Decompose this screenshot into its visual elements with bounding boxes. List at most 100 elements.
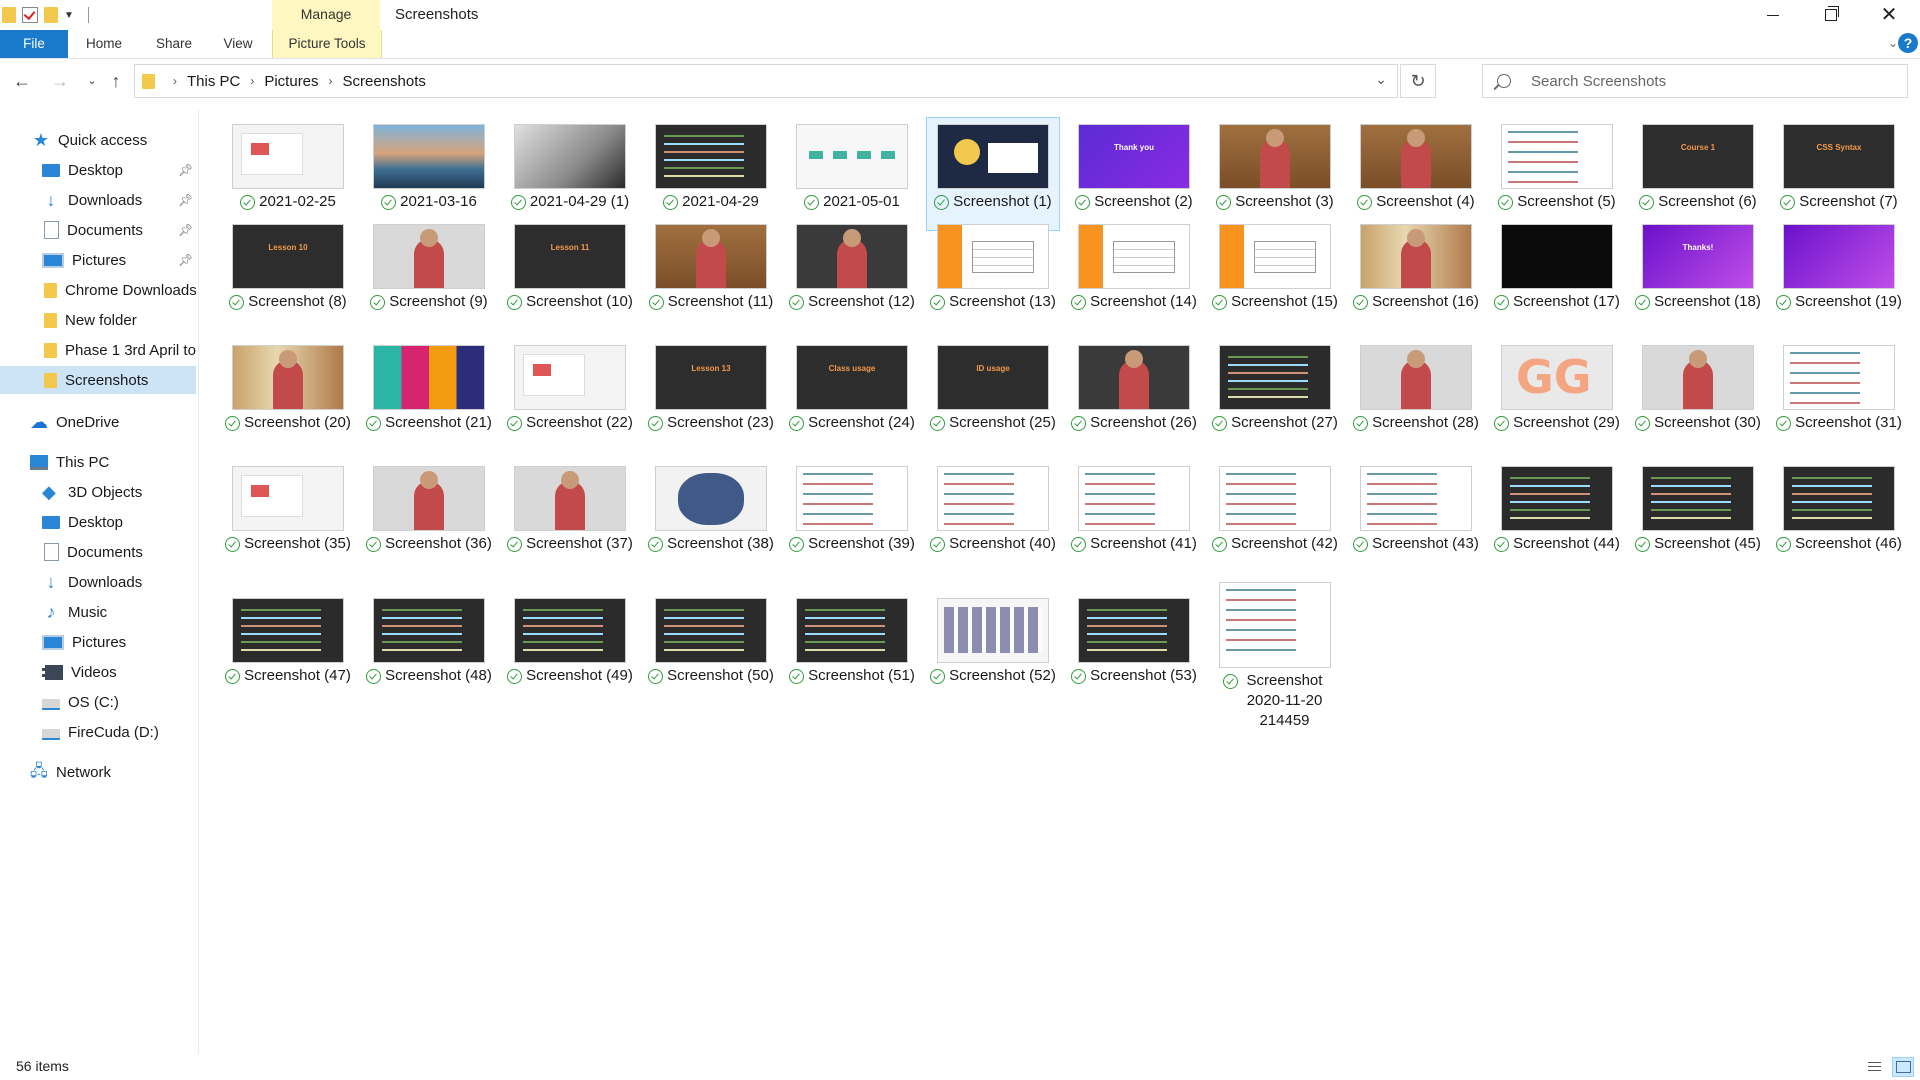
file-item[interactable]: 2021-04-29 xyxy=(645,118,777,230)
file-item[interactable]: Screenshot (11) xyxy=(645,218,777,330)
details-view-icon[interactable] xyxy=(1864,1057,1886,1077)
sidebar-item-onedrive[interactable]: ☁ OneDrive xyxy=(0,408,196,436)
large-icons-view-icon[interactable] xyxy=(1892,1057,1914,1077)
file-item[interactable]: Screenshot 2020-11-20 214459 xyxy=(1209,576,1341,729)
file-item[interactable]: Screenshot (1) xyxy=(926,117,1060,231)
file-item[interactable]: CSS Syntax Screenshot (7) xyxy=(1773,118,1905,230)
file-item[interactable]: Screenshot (27) xyxy=(1209,339,1341,451)
sidebar-item-this-pc[interactable]: This PC xyxy=(0,448,196,476)
maximize-button[interactable] xyxy=(1802,0,1860,30)
file-item[interactable]: ID usage Screenshot (25) xyxy=(927,339,1059,451)
file-item[interactable]: Screenshot (47) xyxy=(222,592,354,704)
file-item[interactable]: Screenshot (20) xyxy=(222,339,354,451)
file-item[interactable]: Lesson 11 Screenshot (10) xyxy=(504,218,636,330)
file-item[interactable]: Screenshot (17) xyxy=(1491,218,1623,330)
chevron-down-icon[interactable]: ⌄ xyxy=(1375,71,1387,88)
new-folder-icon[interactable] xyxy=(44,7,58,23)
pin-icon[interactable]: 📌︎ xyxy=(178,223,193,237)
sidebar-item-chrome-downloads[interactable]: Chrome Downloads xyxy=(0,276,196,304)
recent-locations-button[interactable]: ⌄ xyxy=(80,70,104,92)
file-item[interactable]: Screenshot (46) xyxy=(1773,460,1905,572)
forward-button[interactable]: → xyxy=(48,70,72,92)
sidebar-item-pc-downloads[interactable]: ↓ Downloads xyxy=(0,568,196,596)
chevron-right-icon[interactable]: › xyxy=(329,74,333,88)
file-item[interactable]: Screenshot (52) xyxy=(927,592,1059,704)
file-item[interactable]: Class usage Screenshot (24) xyxy=(786,339,918,451)
file-item[interactable]: Screenshot (29) xyxy=(1491,339,1623,451)
chevron-right-icon[interactable]: › xyxy=(173,74,177,88)
sidebar-item-videos[interactable]: Videos xyxy=(0,658,196,686)
file-item[interactable]: Screenshot (36) xyxy=(363,460,495,572)
file-item[interactable]: Thanks! Screenshot (18) xyxy=(1632,218,1764,330)
file-item[interactable]: Screenshot (48) xyxy=(363,592,495,704)
file-item[interactable]: Lesson 13 Screenshot (23) xyxy=(645,339,777,451)
sidebar-item-pc-pictures[interactable]: Pictures xyxy=(0,628,196,656)
back-button[interactable]: ← xyxy=(10,70,34,92)
file-item[interactable]: Screenshot (39) xyxy=(786,460,918,572)
file-item[interactable]: Screenshot (22) xyxy=(504,339,636,451)
tab-manage[interactable]: Manage xyxy=(272,0,380,30)
tab-share[interactable]: Share xyxy=(150,30,198,58)
search-box[interactable] xyxy=(1482,64,1908,98)
file-item[interactable]: Screenshot (51) xyxy=(786,592,918,704)
sidebar-item-firecuda-d[interactable]: FireCuda (D:) xyxy=(0,718,196,746)
tab-picture-tools[interactable]: Picture Tools xyxy=(272,30,382,58)
help-icon[interactable]: ? xyxy=(1898,33,1918,53)
tab-home[interactable]: Home xyxy=(80,30,128,58)
file-item[interactable]: Screenshot (26) xyxy=(1068,339,1200,451)
file-item[interactable]: Screenshot (5) xyxy=(1491,118,1623,230)
sidebar-item-downloads[interactable]: ↓ Downloads 📌︎ xyxy=(0,186,196,214)
sidebar-item-pc-documents[interactable]: Documents xyxy=(0,538,196,566)
file-item[interactable]: Screenshot (41) xyxy=(1068,460,1200,572)
pin-icon[interactable]: 📌︎ xyxy=(178,163,193,177)
file-item[interactable]: 2021-03-16 xyxy=(363,118,495,230)
file-item[interactable]: Screenshot (45) xyxy=(1632,460,1764,572)
close-button[interactable]: ✕ xyxy=(1860,0,1918,30)
file-item[interactable]: Screenshot (50) xyxy=(645,592,777,704)
file-item[interactable]: Course 1 Screenshot (6) xyxy=(1632,118,1764,230)
sidebar-item-documents[interactable]: Documents 📌︎ xyxy=(0,216,196,244)
file-item[interactable]: 2021-04-29 (1) xyxy=(504,118,636,230)
breadcrumb[interactable]: › This PC › Pictures › Screenshots ⌄ xyxy=(134,64,1398,98)
file-item[interactable]: Screenshot (14) xyxy=(1068,218,1200,330)
breadcrumb-screenshots[interactable]: Screenshots xyxy=(343,73,426,90)
breadcrumb-this-pc[interactable]: This PC xyxy=(187,73,240,90)
expand-ribbon-icon[interactable]: ⌄ xyxy=(1888,36,1898,50)
breadcrumb-pictures[interactable]: Pictures xyxy=(264,73,318,90)
file-item[interactable]: Screenshot (44) xyxy=(1491,460,1623,572)
file-item[interactable]: Screenshot (16) xyxy=(1350,218,1482,330)
sidebar-item-network[interactable]: 🖧︎ Network xyxy=(0,758,196,786)
sidebar-item-quick-access[interactable]: ★ Quick access xyxy=(0,126,196,154)
sidebar-item-screenshots[interactable]: Screenshots xyxy=(0,366,196,394)
file-item[interactable]: Screenshot (28) xyxy=(1350,339,1482,451)
tab-file[interactable]: File xyxy=(0,30,68,58)
file-item[interactable]: Screenshot (9) xyxy=(363,218,495,330)
file-item[interactable]: Screenshot (43) xyxy=(1350,460,1482,572)
refresh-button[interactable]: ↻ xyxy=(1400,64,1436,98)
chevron-right-icon[interactable]: › xyxy=(250,74,254,88)
file-item[interactable]: Screenshot (38) xyxy=(645,460,777,572)
file-item[interactable]: Screenshot (42) xyxy=(1209,460,1341,572)
file-item[interactable]: Screenshot (13) xyxy=(927,218,1059,330)
file-item[interactable]: Screenshot (53) xyxy=(1068,592,1200,704)
sidebar-item-pc-desktop[interactable]: Desktop xyxy=(0,508,196,536)
sidebar-item-desktop[interactable]: Desktop 📌︎ xyxy=(0,156,196,184)
file-item[interactable]: 2021-02-25 xyxy=(222,118,354,230)
file-item[interactable]: Screenshot (4) xyxy=(1350,118,1482,230)
up-button[interactable]: ↑ xyxy=(104,70,128,92)
sidebar-item-phase-1[interactable]: Phase 1 3rd April to xyxy=(0,336,196,364)
pin-icon[interactable]: 📌︎ xyxy=(178,253,193,267)
file-item[interactable]: Lesson 10 Screenshot (8) xyxy=(222,218,354,330)
file-item[interactable]: Screenshot (15) xyxy=(1209,218,1341,330)
file-item[interactable]: Screenshot (21) xyxy=(363,339,495,451)
file-item[interactable]: Screenshot (35) xyxy=(222,460,354,572)
file-item[interactable]: Screenshot (37) xyxy=(504,460,636,572)
minimize-button[interactable] xyxy=(1744,0,1802,30)
sidebar-item-pictures[interactable]: Pictures 📌︎ xyxy=(0,246,196,274)
customize-toolbar-icon[interactable]: ▼ xyxy=(64,10,74,21)
sidebar-item-new-folder[interactable]: New folder xyxy=(0,306,196,334)
sidebar-item-3d-objects[interactable]: ◆ 3D Objects xyxy=(0,478,196,506)
tab-view[interactable]: View xyxy=(214,30,262,58)
file-item[interactable]: Screenshot (3) xyxy=(1209,118,1341,230)
search-input[interactable] xyxy=(1529,71,1893,91)
